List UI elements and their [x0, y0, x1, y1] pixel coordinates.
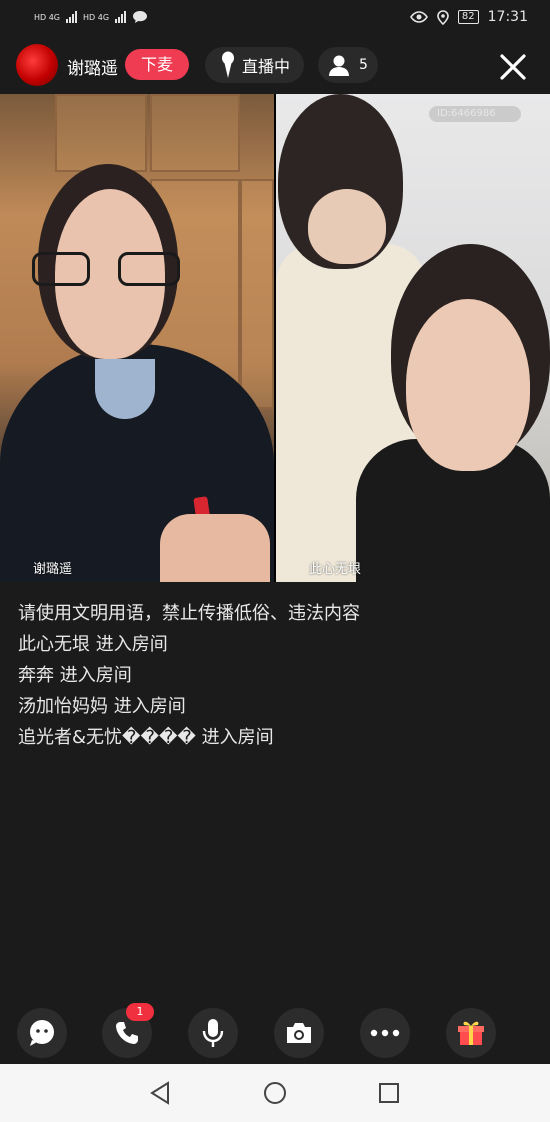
microphone-button[interactable]	[188, 1008, 238, 1058]
video-panel-host[interactable]: 谢璐遥	[0, 94, 274, 582]
cabinet-decor-2	[150, 94, 240, 172]
shirt-collar	[95, 359, 155, 419]
user-icon	[329, 55, 349, 76]
guest-video-name: 此心无垠	[309, 562, 362, 577]
leave-mic-button[interactable]: 下麦	[125, 49, 189, 80]
microphone-icon	[222, 51, 234, 78]
bottom-toolbar: 1	[0, 1003, 550, 1064]
video-area: 谢璐遥 ID:6466986 此心无垠	[0, 94, 550, 582]
chat-bubble-icon	[30, 1020, 54, 1046]
camera-icon	[287, 1023, 311, 1043]
cabinet-decor-4	[240, 179, 274, 409]
status-bar: HD 4G HD 4G 82 17:31	[0, 0, 550, 34]
eye-icon	[409, 11, 428, 23]
chat-message: 追光者&无忧���� 进入房间	[18, 727, 274, 748]
guest-face	[406, 299, 530, 471]
recents-icon[interactable]	[376, 1080, 402, 1106]
location-icon	[437, 9, 449, 25]
viewer-count: 5	[359, 57, 368, 73]
chat-notice: 请使用文明用语，禁止传播低俗、违法内容	[18, 603, 360, 624]
camera-button[interactable]	[274, 1008, 324, 1058]
chat-message: 奔奔 进入房间	[18, 665, 132, 686]
microphone-icon	[202, 1019, 224, 1047]
message-icon	[133, 11, 148, 23]
more-dots-icon	[370, 1029, 400, 1037]
gift-icon	[458, 1021, 484, 1045]
network-indicators: HD 4G HD 4G	[34, 10, 148, 24]
call-badge: 1	[126, 1003, 154, 1021]
close-icon[interactable]	[494, 48, 532, 86]
chat-message: 汤加怡妈妈 进入房间	[18, 696, 186, 717]
chat-button[interactable]	[17, 1008, 67, 1058]
viewer-count-pill[interactable]: 5	[318, 47, 378, 83]
system-navigation-bar	[0, 1064, 550, 1122]
battery-icon: 82	[457, 10, 479, 24]
phone-icon	[116, 1022, 138, 1044]
gift-button[interactable]	[446, 1008, 496, 1058]
back-icon[interactable]	[148, 1080, 174, 1106]
glasses-right	[118, 252, 180, 286]
room-header: 谢璐遥 下麦 直播中 5	[0, 34, 550, 94]
chat-message: 此心无垠 进入房间	[18, 634, 168, 655]
glasses-left	[32, 252, 90, 286]
call-button[interactable]: 1	[102, 1003, 154, 1058]
network-label-bottom: HD 4G	[83, 12, 110, 22]
live-status-label: 直播中	[242, 57, 291, 76]
home-icon[interactable]	[262, 1080, 288, 1106]
more-button[interactable]	[360, 1008, 410, 1058]
guest-child-face	[308, 189, 386, 264]
host-name: 谢璐遥	[67, 59, 118, 79]
host-hand	[160, 514, 270, 582]
signal-icon	[66, 11, 78, 23]
clock: 17:31	[487, 9, 528, 25]
video-panel-guest[interactable]: ID:6466986 此心无垠	[276, 94, 550, 582]
chat-list: 请使用文明用语，禁止传播低俗、违法内容 此心无垠 进入房间 奔奔 进入房间 汤加…	[18, 598, 538, 753]
signal-icon-2	[115, 11, 127, 23]
cabinet-decor	[55, 94, 147, 172]
live-status-pill[interactable]: 直播中	[205, 47, 304, 83]
video-watermark: ID:6466986	[429, 106, 521, 122]
host-video-name: 谢璐遥	[33, 562, 73, 577]
host-avatar[interactable]	[16, 44, 58, 86]
network-label-top: HD 4G	[34, 12, 61, 22]
